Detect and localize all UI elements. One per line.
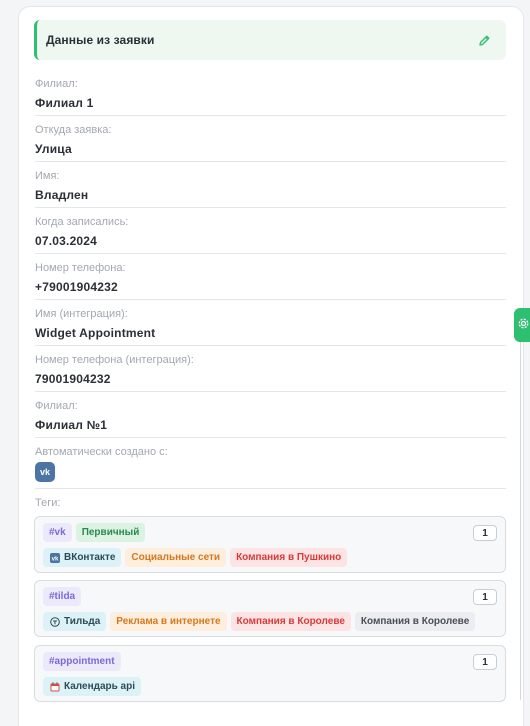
chip-label: Календарь api (64, 681, 136, 692)
calendar-icon (49, 681, 60, 692)
tag-group-tilda: #tilda Тильда Реклама в интернете Компан… (34, 580, 506, 637)
tag-group-appointment: #appointment Календарь api 1 (34, 645, 506, 702)
status-chip: Первичный (75, 523, 146, 542)
side-widget-tab[interactable] (514, 308, 530, 342)
field-label: Филиал: (35, 400, 78, 412)
hashtag-chip[interactable]: #vk (43, 523, 72, 542)
field-label: Филиал: (35, 78, 78, 90)
hashtag-chip[interactable]: #tilda (43, 587, 82, 606)
tag-count: 1 (473, 525, 497, 541)
section-title: Данные из заявки (46, 33, 155, 47)
svg-text:vk: vk (51, 556, 58, 562)
field-label: Имя (интеграция): (35, 308, 128, 320)
field-label: Имя: (35, 170, 60, 182)
tag-count: 1 (473, 654, 497, 670)
field-branch: Филиал: Филиал 1 (35, 70, 506, 116)
tag-group-vk: #vk Первичный vk ВКонтакте Социальные се… (34, 516, 506, 573)
field-label: Когда записались: (35, 216, 129, 228)
channel-chip: Реклама в интернете (110, 612, 227, 631)
vk-icon: vk (49, 552, 60, 563)
company-chip: Компания в Пушкино (230, 548, 348, 567)
gear-icon (518, 316, 529, 334)
tag-count: 1 (473, 589, 497, 605)
company-chip: Компания в Королеве (354, 612, 476, 631)
channel-chip: Социальные сети (125, 548, 227, 567)
field-value: 79001904232 (35, 372, 111, 386)
vk-logo-icon: vk (35, 462, 55, 482)
field-phone: Номер телефона: +79001904232 (35, 254, 506, 300)
field-value: Widget Appointment (35, 326, 156, 340)
scrollbar-track (520, 340, 521, 700)
field-label: Номер телефона (интеграция): (35, 354, 194, 366)
field-label: Номер телефона: (35, 262, 126, 274)
field-integration-name: Имя (интеграция): Widget Appointment (35, 300, 506, 346)
field-value: Владлен (35, 188, 89, 202)
field-name: Имя: Владлен (35, 162, 506, 208)
company-chip: Компания в Королеве (230, 612, 351, 631)
field-value: 07.03.2024 (35, 234, 98, 248)
field-value: +79001904232 (35, 280, 118, 294)
field-label: Откуда заявка: (35, 124, 112, 136)
field-value: Улица (35, 142, 72, 156)
field-auto-created: Автоматически создано с: vk (35, 438, 506, 489)
source-chip: Календарь api (43, 677, 142, 696)
field-integration-phone: Номер телефона (интеграция): 79001904232 (35, 346, 506, 392)
field-source: Откуда заявка: Улица (35, 116, 506, 162)
field-branch-2: Филиал: Филиал №1 (35, 392, 506, 438)
field-label: Автоматически создано с: (35, 446, 168, 458)
field-value: Филиал №1 (35, 418, 108, 432)
source-chip: vk ВКонтакте (43, 548, 122, 567)
field-value: Филиал 1 (35, 96, 94, 110)
pencil-icon[interactable] (476, 32, 492, 48)
field-list: Филиал: Филиал 1 Откуда заявка: Улица Им… (35, 70, 506, 509)
tags-label: Теги: (35, 497, 61, 509)
field-signup-date: Когда записались: 07.03.2024 (35, 208, 506, 254)
hashtag-chip[interactable]: #appointment (43, 652, 121, 671)
tilda-icon (49, 616, 60, 627)
chip-label: ВКонтакте (64, 552, 116, 563)
source-chip: Тильда (43, 612, 107, 631)
section-header: Данные из заявки (34, 20, 506, 60)
chip-label: Тильда (64, 616, 101, 627)
